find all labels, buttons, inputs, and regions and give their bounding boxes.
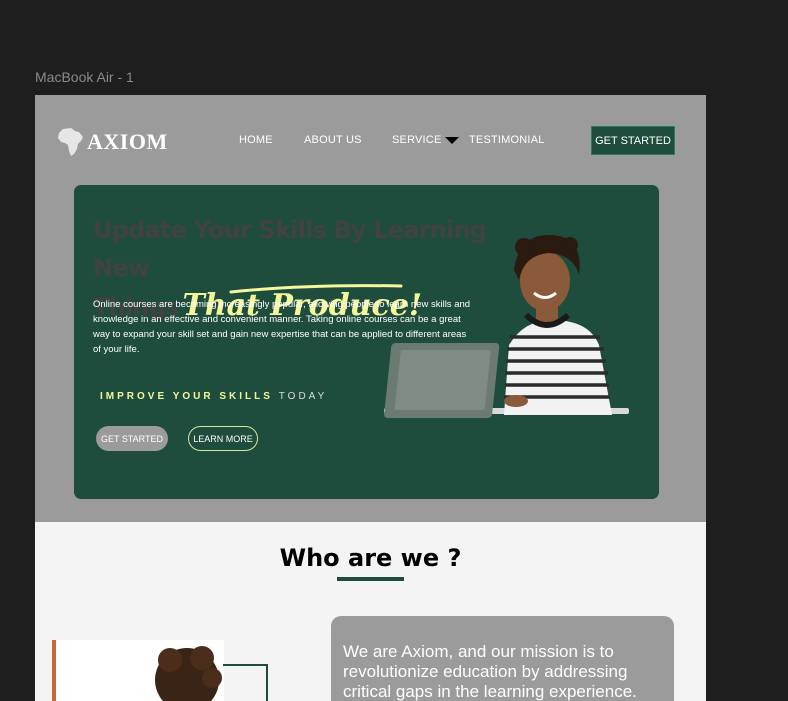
- who-photo-illustration: [52, 640, 224, 701]
- who-section: Who are we ? We are Axiom, and our missi…: [35, 522, 706, 701]
- who-card: We are Axiom, and our mission is to revo…: [331, 616, 674, 701]
- logo[interactable]: AXIOM: [57, 127, 168, 157]
- nav-service[interactable]: SERVICE: [392, 134, 459, 146]
- africa-icon: [58, 128, 83, 156]
- hero-student-illustration: [384, 234, 629, 418]
- who-photo: [52, 640, 224, 701]
- artboard: AXIOM HOME ABOUT US SERVICE TESTIMONIAL …: [35, 95, 706, 701]
- who-photo-frame: [223, 664, 268, 701]
- logo-text: AXIOM: [87, 129, 168, 154]
- who-title-underline: [337, 577, 404, 581]
- improve-bold: IMPROVE YOUR SKILLS: [100, 391, 273, 402]
- improve-today: TODAY: [278, 391, 328, 402]
- nav-service-label: SERVICE: [392, 134, 442, 146]
- who-title: Who are we ?: [279, 544, 462, 572]
- caret-down-icon: [444, 136, 459, 144]
- nav-home[interactable]: HOME: [239, 134, 273, 146]
- learn-more-button[interactable]: LEARN MORE: [188, 426, 258, 451]
- get-started-nav-button[interactable]: GET STARTED: [591, 126, 675, 155]
- nav-about-us[interactable]: ABOUT US: [304, 134, 362, 146]
- artboard-label[interactable]: MacBook Air - 1: [35, 69, 134, 85]
- hero-card: Update Your Skills By Learning New Thing…: [74, 185, 659, 499]
- improve-tagline: IMPROVE YOUR SKILLS TODAY: [100, 391, 327, 402]
- nav-testimonial[interactable]: TESTIMONIAL: [469, 134, 545, 146]
- get-started-button[interactable]: GET STARTED: [96, 426, 168, 451]
- who-description: We are Axiom, and our mission is to revo…: [343, 642, 637, 701]
